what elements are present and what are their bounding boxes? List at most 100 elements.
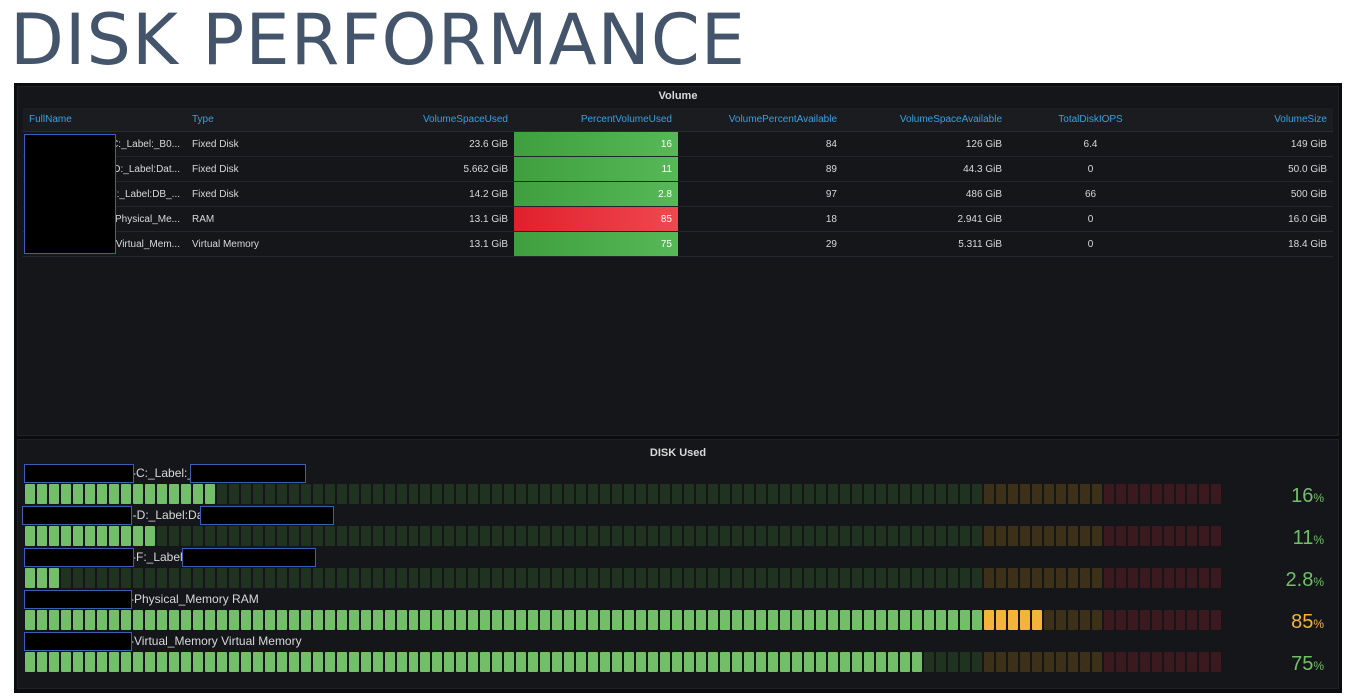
gauge-segment [1007, 568, 1018, 588]
gauge-segment [612, 652, 623, 672]
gauge-segment [396, 568, 407, 588]
volume-table: FullName Type VolumeSpaceUsed PercentVol… [23, 108, 1333, 257]
gauge-segment [288, 526, 299, 546]
gauge-segment [168, 610, 179, 630]
column-header-fullname[interactable]: FullName [23, 108, 186, 132]
gauge-segment [420, 610, 431, 630]
gauge-segment [660, 610, 671, 630]
gauge-segment [492, 484, 503, 504]
gauge-segment [660, 526, 671, 546]
gauge-segment [504, 526, 515, 546]
gauge-segment [444, 568, 455, 588]
gauge-segment [468, 568, 479, 588]
column-header-volume-size[interactable]: VolumeSize [1173, 108, 1333, 132]
gauge-segment [600, 526, 611, 546]
gauge-segment [432, 526, 443, 546]
gauge-segment [995, 526, 1006, 546]
gauge-segment [1031, 610, 1042, 630]
gauge-segment [696, 568, 707, 588]
gauge-segment [264, 484, 275, 504]
table-row[interactable]: C:_Label:_B0... Fixed Disk 23.6 GiB 16 84 126… [23, 131, 1333, 157]
gauge-segment [516, 610, 527, 630]
gauge-segment [1091, 484, 1102, 504]
disk-gauge-value-number: 11 [1292, 527, 1314, 549]
gauge-segment [1115, 568, 1126, 588]
table-row[interactable]: Physical_Me... RAM 13.1 GiB 85 18 2.941 GiB 0 1… [23, 206, 1333, 232]
gauge-segment [1055, 526, 1066, 546]
cell-volume-space-used: 13.1 GiB [349, 231, 514, 257]
disk-used-panel: DISK Used -C:_Label:_ 16% 1-D:_Label:Dat 11… [17, 439, 1339, 689]
cell-total-disk-iops: 0 [1008, 206, 1173, 232]
gauge-segment [432, 484, 443, 504]
column-header-total-disk-iops[interactable]: TotalDiskIOPS [1008, 108, 1173, 132]
gauge-segment [708, 484, 719, 504]
table-row[interactable]: F:_Label:DB_... Fixed Disk 14.2 GiB 2.8 97 48… [23, 181, 1333, 207]
gauge-segment [372, 652, 383, 672]
table-row[interactable]: Virtual_Mem... Virtual Memory 13.1 GiB 75 29… [23, 231, 1333, 257]
gauge-segment [84, 484, 95, 504]
column-header-percent-volume-used[interactable]: PercentVolumeUsed [514, 108, 678, 132]
gauge-segment [456, 526, 467, 546]
gauge-segment [576, 610, 587, 630]
gauge-segment [827, 568, 838, 588]
gauge-segment [720, 610, 731, 630]
column-header-type[interactable]: Type [186, 108, 349, 132]
gauge-segment [1067, 526, 1078, 546]
cell-percent-volume-used: 85 [514, 206, 678, 232]
gauge-segment [1103, 610, 1114, 630]
gauge-segment [839, 610, 850, 630]
disk-gauge-bar [25, 526, 1222, 546]
column-header-volume-space-used[interactable]: VolumeSpaceUsed [349, 108, 514, 132]
disk-used-panel-title[interactable]: DISK Used [18, 444, 1338, 462]
gauge-segment [156, 610, 167, 630]
gauge-segment [420, 568, 431, 588]
gauge-segment [875, 526, 886, 546]
gauge-segment [1115, 526, 1126, 546]
gauge-segment [504, 568, 515, 588]
gauge-segment [1043, 484, 1054, 504]
table-row[interactable]: D:_Label:Dat... Fixed Disk 5.662 GiB 11 89 44… [23, 156, 1333, 182]
gauge-segment [348, 652, 359, 672]
gauge-segment [947, 652, 958, 672]
gauge-segment [360, 568, 371, 588]
gauge-segment [1187, 484, 1198, 504]
gauge-segment [504, 652, 515, 672]
redacted-region [182, 548, 316, 567]
volume-panel-title[interactable]: Volume [18, 87, 1338, 105]
column-header-volume-space-available[interactable]: VolumeSpaceAvailable [843, 108, 1008, 132]
gauge-segment [732, 652, 743, 672]
gauge-segment [384, 610, 395, 630]
gauge-segment [1211, 610, 1222, 630]
gauge-segment [1079, 610, 1090, 630]
gauge-segment [1031, 652, 1042, 672]
gauge-segment [480, 484, 491, 504]
gauge-segment [108, 484, 119, 504]
gauge-segment [1199, 484, 1210, 504]
gauge-segment [276, 610, 287, 630]
gauge-segment [336, 484, 347, 504]
gauge-segment [1079, 526, 1090, 546]
gauge-segment [204, 526, 215, 546]
gauge-segment [851, 484, 862, 504]
cell-type: Virtual Memory [186, 231, 349, 257]
gauge-segment [48, 652, 59, 672]
gauge-segment [264, 568, 275, 588]
gauge-segment [1187, 652, 1198, 672]
gauge-segment [648, 652, 659, 672]
gauge-segment [192, 568, 203, 588]
gauge-segment [372, 610, 383, 630]
gauge-segment [708, 610, 719, 630]
column-header-volume-percent-available[interactable]: VolumePercentAvailable [678, 108, 843, 132]
disk-gauge-value-unit: % [1313, 575, 1324, 589]
gauge-segment [264, 526, 275, 546]
gauge-segment [468, 484, 479, 504]
gauge-segment [744, 568, 755, 588]
gauge-segment [588, 484, 599, 504]
gauge-segment [827, 652, 838, 672]
gauge-segment [600, 652, 611, 672]
gauge-segment [504, 484, 515, 504]
gauge-segment [576, 526, 587, 546]
gauge-segment [300, 610, 311, 630]
gauge-segment [744, 652, 755, 672]
gauge-segment [923, 526, 934, 546]
